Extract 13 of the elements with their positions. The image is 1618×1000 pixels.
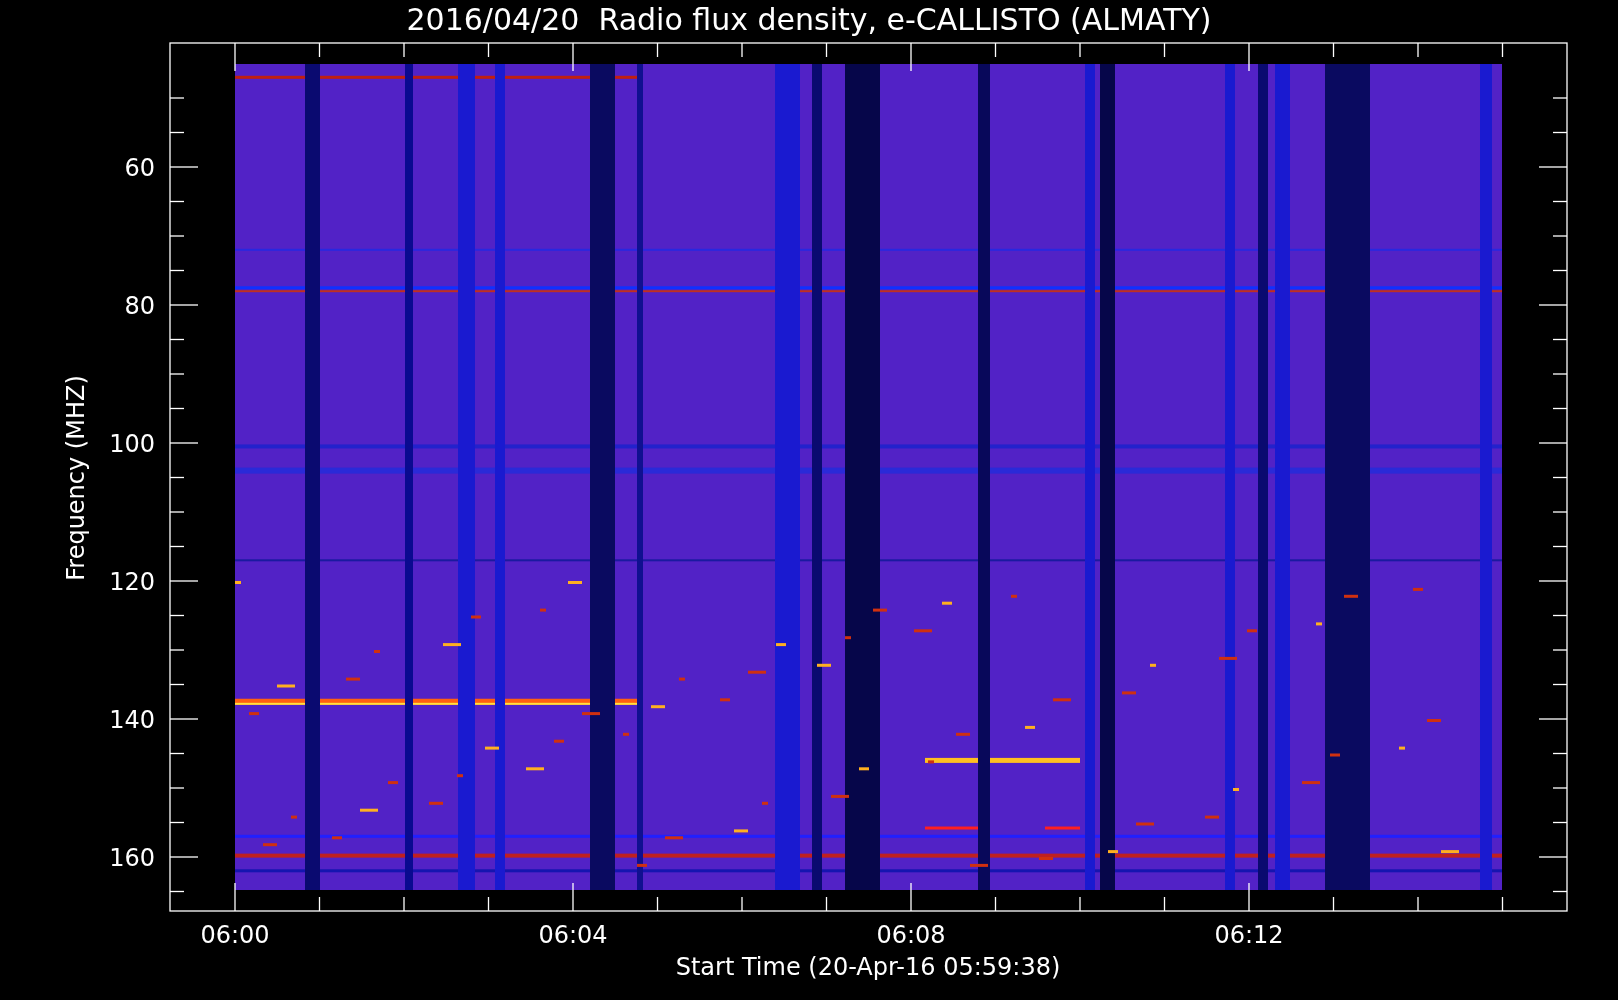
y-tick-label: 80 [124, 292, 155, 320]
x-axis-label: Start Time (20-Apr-16 05:59:38) [675, 953, 1061, 981]
y-tick-label: 100 [109, 430, 155, 458]
y-tick-label: 120 [109, 568, 155, 596]
x-tick-label: 06:00 [200, 921, 270, 949]
y-tick-label: 160 [109, 844, 155, 872]
x-tick-label: 06:08 [876, 921, 946, 949]
y-axis-label: Frequency (MHZ) [62, 375, 90, 581]
y-tick-label: 140 [109, 706, 155, 734]
y-tick-label: 60 [124, 154, 155, 182]
x-tick-label: 06:12 [1214, 921, 1284, 949]
chart-title: 2016/04/20 Radio flux density, e-CALLISTO (ALMATY) [406, 2, 1212, 37]
x-tick-label: 06:04 [538, 921, 608, 949]
